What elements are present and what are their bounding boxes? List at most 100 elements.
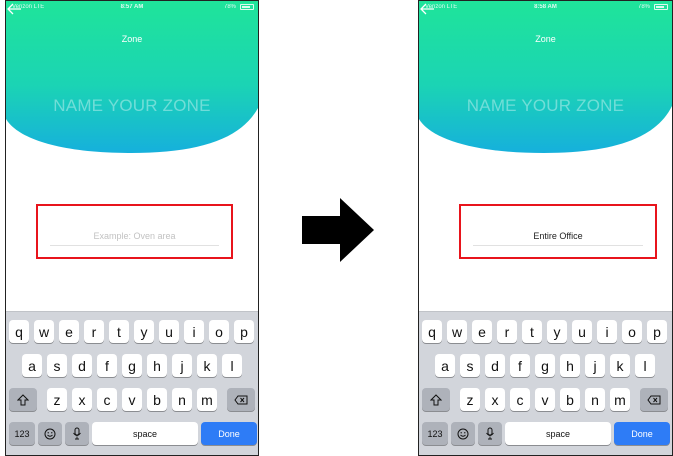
key-b[interactable]: b <box>147 388 167 411</box>
key-l[interactable]: l <box>222 354 242 377</box>
key-w[interactable]: w <box>447 320 467 343</box>
header-gradient <box>419 1 672 153</box>
key-e[interactable]: e <box>59 320 79 343</box>
emoji-key[interactable] <box>38 422 62 445</box>
left-arrow-icon[interactable] <box>6 1 22 17</box>
key-x[interactable]: x <box>485 388 505 411</box>
phone-screen-after: Verizon LTE 8:58 AM 78% Zone NAME YOUR Z… <box>418 0 673 456</box>
battery-icon <box>240 4 254 10</box>
zone-name-input[interactable] <box>50 226 219 246</box>
key-g[interactable]: g <box>122 354 142 377</box>
space-key[interactable]: space <box>92 422 198 445</box>
emoji-icon <box>44 428 56 439</box>
key-g[interactable]: g <box>535 354 555 377</box>
mic-key[interactable] <box>65 422 89 445</box>
header-banner: Verizon LTE 8:57 AM 78% Zone NAME YOUR Z… <box>6 1 258 169</box>
delete-key[interactable] <box>227 388 255 411</box>
key-v[interactable]: v <box>535 388 555 411</box>
key-l[interactable]: l <box>635 354 655 377</box>
key-t[interactable]: t <box>522 320 542 343</box>
nav-title: Zone <box>535 34 556 44</box>
key-t[interactable]: t <box>109 320 129 343</box>
shift-icon <box>430 393 442 405</box>
key-w[interactable]: w <box>34 320 54 343</box>
key-k[interactable]: k <box>610 354 630 377</box>
key-r[interactable]: r <box>497 320 517 343</box>
emoji-icon <box>457 428 469 439</box>
key-p[interactable]: p <box>647 320 667 343</box>
key-b[interactable]: b <box>560 388 580 411</box>
status-time: 8:57 AM <box>120 4 144 10</box>
key-m[interactable]: m <box>610 388 630 411</box>
key-f[interactable]: f <box>510 354 530 377</box>
key-h[interactable]: h <box>560 354 580 377</box>
key-y[interactable]: y <box>134 320 154 343</box>
key-r[interactable]: r <box>84 320 104 343</box>
key-y[interactable]: y <box>547 320 567 343</box>
key-d[interactable]: d <box>485 354 505 377</box>
input-highlight-box <box>36 204 233 259</box>
key-n[interactable]: n <box>172 388 192 411</box>
key-c[interactable]: c <box>97 388 117 411</box>
done-key[interactable]: Done <box>614 422 670 445</box>
key-d[interactable]: d <box>72 354 92 377</box>
keyboard: q w e r t y u i o p a s d f g h j k l z … <box>419 311 672 455</box>
hero-title: NAME YOUR ZONE <box>53 96 211 115</box>
nav-title: Zone <box>121 34 143 44</box>
emoji-key[interactable] <box>451 422 475 445</box>
done-key[interactable]: Done <box>201 422 257 445</box>
key-h[interactable]: h <box>147 354 167 377</box>
battery-percent: 78% <box>637 4 650 10</box>
hero-title: NAME YOUR ZONE <box>466 96 625 115</box>
space-key[interactable]: space <box>505 422 611 445</box>
key-f[interactable]: f <box>97 354 117 377</box>
key-m[interactable]: m <box>197 388 217 411</box>
key-x[interactable]: x <box>72 388 92 411</box>
microphone-icon <box>73 427 81 440</box>
battery-icon <box>654 4 668 10</box>
header-gradient <box>6 1 258 153</box>
key-v[interactable]: v <box>122 388 142 411</box>
numbers-key[interactable]: 123 <box>422 422 448 445</box>
key-j[interactable]: j <box>585 354 605 377</box>
key-s[interactable]: s <box>460 354 480 377</box>
header-banner: Verizon LTE 8:58 AM 78% Zone NAME YOUR Z… <box>419 1 672 169</box>
delete-key[interactable] <box>640 388 668 411</box>
mic-key[interactable] <box>478 422 502 445</box>
key-q[interactable]: q <box>422 320 442 343</box>
key-o[interactable]: o <box>209 320 229 343</box>
key-i[interactable]: i <box>184 320 204 343</box>
status-bar: Verizon LTE 8:58 AM 78% <box>419 1 672 15</box>
key-p[interactable]: p <box>234 320 254 343</box>
key-u[interactable]: u <box>159 320 179 343</box>
key-s[interactable]: s <box>47 354 67 377</box>
key-u[interactable]: u <box>572 320 592 343</box>
input-highlight-box <box>459 204 657 259</box>
keyboard: q w e r t y u i o p a s d f g h j k l z … <box>6 311 258 455</box>
key-z[interactable]: z <box>460 388 480 411</box>
battery-percent: 78% <box>223 4 236 10</box>
key-a[interactable]: a <box>435 354 455 377</box>
key-e[interactable]: e <box>472 320 492 343</box>
right-arrow-icon <box>302 198 374 262</box>
phone-screen-before: Verizon LTE 8:57 AM 78% Zone NAME YOUR Z… <box>5 0 259 456</box>
numbers-key[interactable]: 123 <box>9 422 35 445</box>
key-k[interactable]: k <box>197 354 217 377</box>
key-q[interactable]: q <box>9 320 29 343</box>
key-n[interactable]: n <box>585 388 605 411</box>
shift-key[interactable] <box>9 388 37 411</box>
backspace-icon <box>647 395 661 404</box>
left-arrow-icon[interactable] <box>419 1 435 17</box>
zone-name-input[interactable] <box>473 226 643 246</box>
status-bar: Verizon LTE 8:57 AM 78% <box>6 1 258 15</box>
shift-key[interactable] <box>422 388 450 411</box>
key-z[interactable]: z <box>47 388 67 411</box>
key-a[interactable]: a <box>22 354 42 377</box>
key-i[interactable]: i <box>597 320 617 343</box>
shift-icon <box>17 393 29 405</box>
key-c[interactable]: c <box>510 388 530 411</box>
key-j[interactable]: j <box>172 354 192 377</box>
microphone-icon <box>486 427 494 440</box>
backspace-icon <box>234 395 248 404</box>
key-o[interactable]: o <box>622 320 642 343</box>
